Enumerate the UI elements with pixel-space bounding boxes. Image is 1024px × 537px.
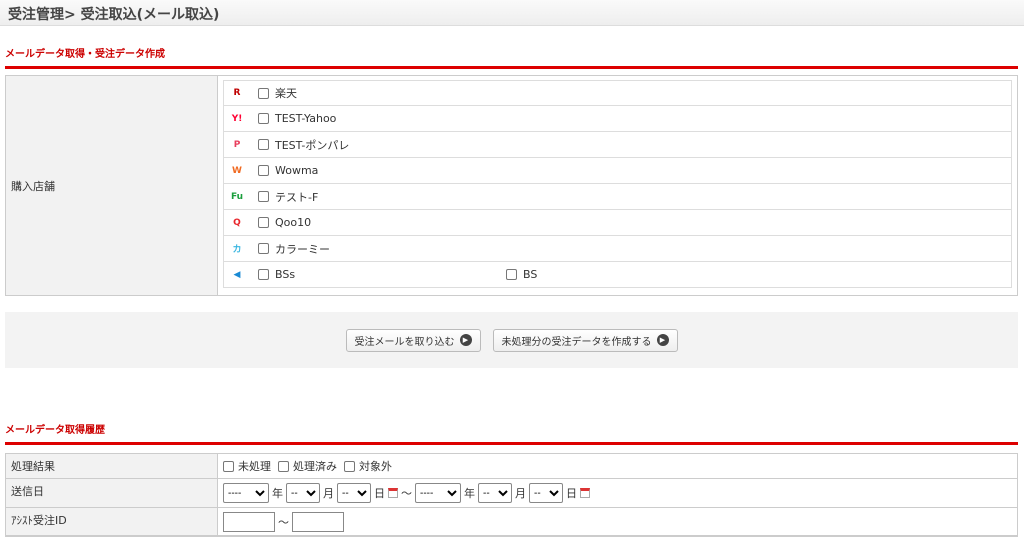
qoo10-icon: Q	[233, 217, 241, 228]
from-month-select[interactable]: --	[286, 483, 320, 503]
shop-list: R 楽天 Y! TEST-Yahoo P TEST-ポンパレ W Wowma Fu テスト-F Q Q…	[218, 76, 1017, 295]
rakuten-icon: R	[233, 88, 241, 98]
shop-checkbox[interactable]	[258, 139, 269, 150]
create-order-data-label: 未処理分の受注データを作成する	[501, 336, 652, 348]
to-month-select[interactable]: --	[478, 483, 512, 503]
to-day-select[interactable]: --	[529, 483, 563, 503]
range-separator: ～	[278, 515, 289, 529]
fu-icon: Fu	[230, 191, 244, 202]
shop-name: テスト-F	[275, 190, 319, 204]
arrow-right-icon: ▶	[656, 334, 669, 346]
shop-checkbox[interactable]	[258, 165, 269, 176]
import-mail-label: 受注メールを取り込む	[354, 336, 455, 348]
month-label: 月	[515, 487, 526, 500]
result-processed-label: 処理済み	[293, 460, 337, 473]
shop-name: 楽天	[275, 87, 297, 100]
assist-order-id-label: ｱｼｽﾄ受注ID	[6, 508, 218, 535]
create-order-data-button[interactable]: 未処理分の受注データを作成する ▶	[492, 328, 678, 352]
shop-row: カ カラーミー	[223, 236, 1012, 262]
shop-checkbox[interactable]	[258, 87, 269, 99]
calendar-icon[interactable]	[388, 488, 398, 498]
shop-row: Q Qoo10	[223, 210, 1012, 236]
order-id-to-input[interactable]	[292, 511, 344, 532]
to-year-select[interactable]: ----	[415, 483, 461, 503]
shop-row: R 楽天	[223, 80, 1012, 106]
shop-name: TEST-ポンパレ	[275, 138, 350, 152]
shop-row: ◀ BSs BS	[223, 262, 1012, 288]
section-title-history: メールデータ取得履歴	[5, 421, 1018, 445]
calendar-icon[interactable]	[580, 488, 590, 498]
result-unprocessed-label: 未処理	[238, 460, 271, 473]
history-filter-table: 処理結果 未処理 処理済み 対象外 送信日 ---- 年 -- 月 -- 日 ～ --…	[5, 453, 1018, 537]
shop-checkbox[interactable]	[506, 269, 517, 280]
shop-row: Fu テスト-F	[223, 184, 1012, 210]
wowma-icon: W	[232, 165, 242, 176]
shop-name: Wowma	[275, 164, 319, 177]
day-label: 日	[566, 487, 577, 500]
year-label: 年	[464, 487, 475, 500]
shop-checkbox[interactable]	[258, 269, 269, 280]
shop-name: Qoo10	[275, 216, 312, 229]
colorme-icon: カ	[232, 245, 242, 255]
from-year-select[interactable]: ----	[223, 483, 269, 503]
action-area: 受注メールを取り込む ▶ 未処理分の受注データを作成する ▶	[5, 312, 1018, 368]
shop-name: BSs	[275, 268, 296, 281]
shop-row: W Wowma	[223, 158, 1012, 184]
result-excluded-label: 対象外	[359, 460, 392, 473]
shop-name: TEST-Yahoo	[275, 112, 337, 125]
page-title: 受注管理> 受注取込(メール取込)	[0, 0, 1024, 26]
result-unprocessed-checkbox[interactable]	[223, 460, 234, 472]
result-label: 処理結果	[6, 454, 218, 478]
shop-label: 購入店舗	[6, 76, 218, 295]
shop-checkbox[interactable]	[258, 217, 269, 228]
order-id-from-input[interactable]	[223, 511, 275, 532]
result-excluded-checkbox[interactable]	[344, 460, 355, 472]
from-day-select[interactable]: --	[337, 483, 371, 503]
shop-row: P TEST-ポンパレ	[223, 132, 1012, 158]
shop-checkbox[interactable]	[258, 243, 269, 254]
import-mail-button[interactable]: 受注メールを取り込む ▶	[345, 328, 481, 352]
shop-checkbox[interactable]	[258, 113, 269, 124]
yahoo-icon: Y!	[231, 113, 243, 124]
month-label: 月	[323, 487, 334, 500]
result-processed-checkbox[interactable]	[278, 460, 289, 472]
shop-checkbox[interactable]	[258, 191, 269, 202]
arrow-right-icon: ▶	[459, 334, 472, 346]
bs-icon: ◀	[233, 269, 241, 280]
section-title-mail-import: メールデータ取得・受注データ作成	[5, 45, 1018, 69]
send-date-label: 送信日	[6, 479, 218, 507]
year-label: 年	[272, 487, 283, 500]
shop-name: BS	[523, 268, 538, 281]
shop-row: Y! TEST-Yahoo	[223, 106, 1012, 132]
ponpare-icon: P	[233, 139, 241, 150]
range-separator: ～	[401, 487, 412, 500]
shop-table: 購入店舗 R 楽天 Y! TEST-Yahoo P TEST-ポンパレ W Wowma Fu テス…	[5, 75, 1018, 296]
shop-name: カラーミー	[275, 242, 330, 256]
day-label: 日	[374, 487, 385, 500]
